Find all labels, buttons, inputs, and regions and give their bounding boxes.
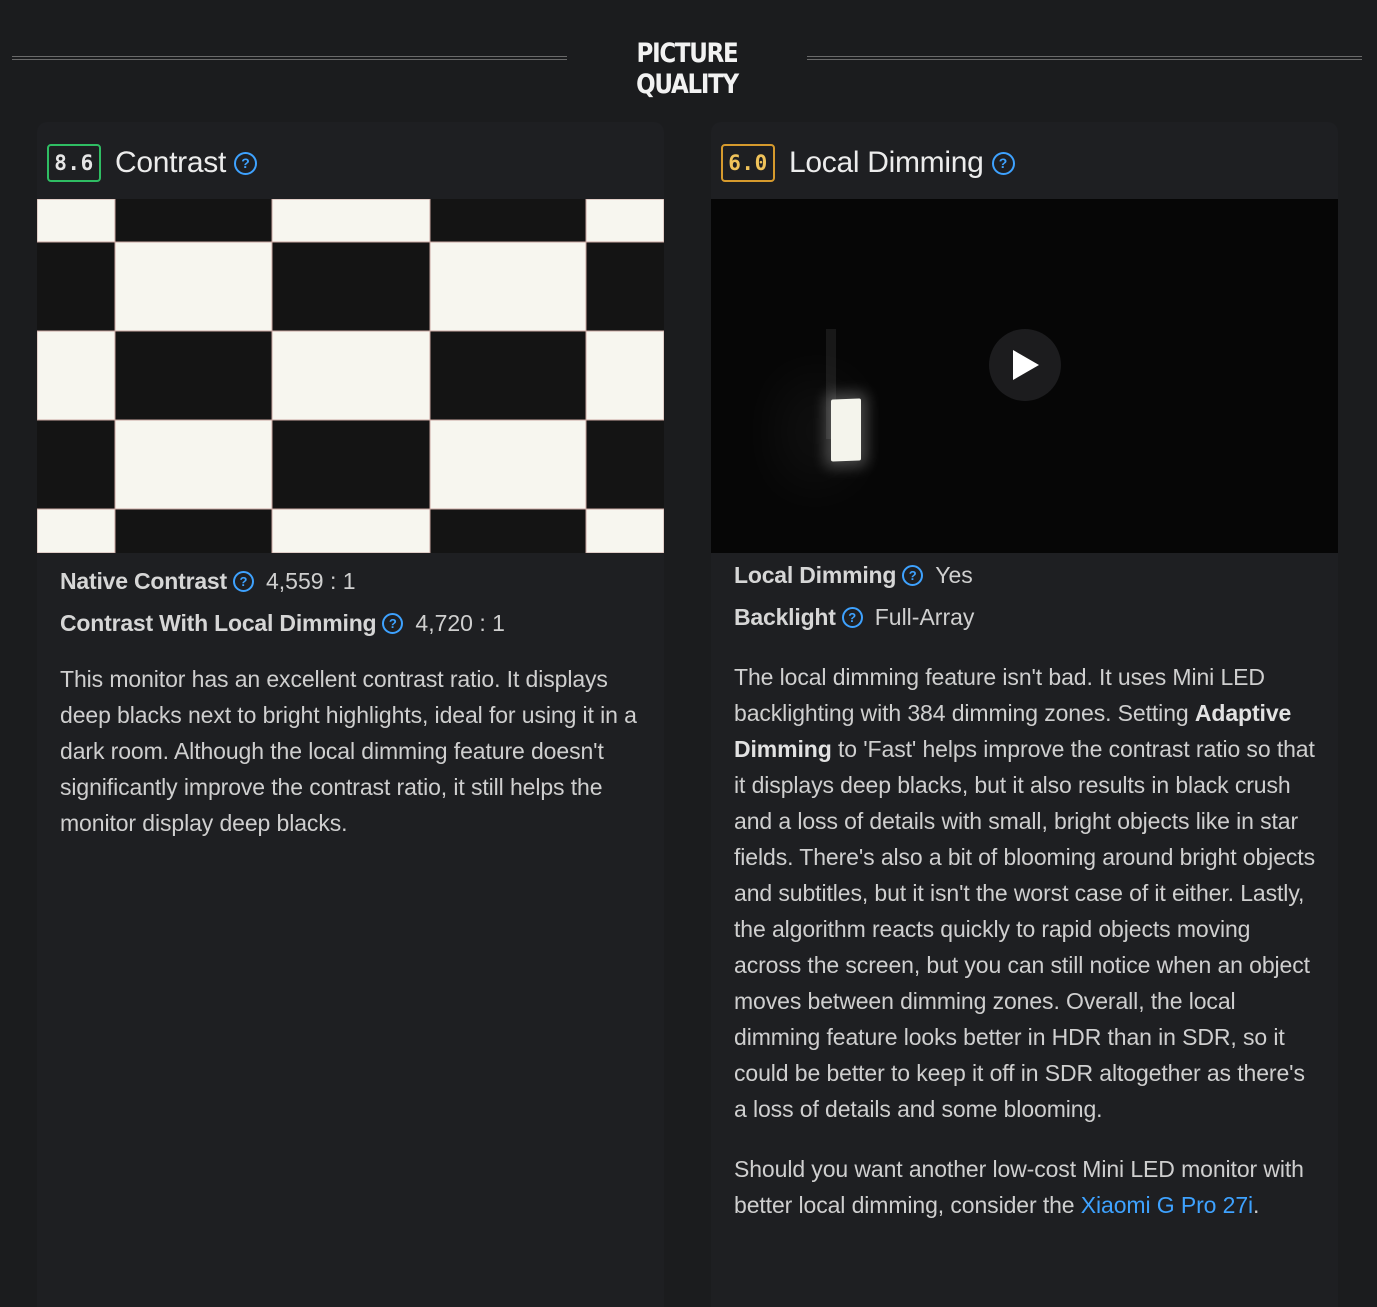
contrast-description: This monitor has an excellent contrast r… xyxy=(60,661,646,865)
play-icon[interactable] xyxy=(989,329,1061,401)
spec-label[interactable]: Local Dimming xyxy=(734,562,896,589)
spec-value: Yes xyxy=(935,561,973,588)
play-triangle xyxy=(1013,350,1039,380)
local-dimming-score-badge: 6.0 xyxy=(721,144,775,182)
spec-value: Full-Array xyxy=(874,603,975,630)
video-frame-bright-object xyxy=(831,398,861,462)
contrast-header: 8.6 Contrast ? xyxy=(47,142,257,184)
spec-label[interactable]: Native Contrast xyxy=(60,568,227,595)
xiaomi-g-pro-27i-link[interactable]: Xiaomi G Pro 27i xyxy=(1081,1192,1253,1218)
header-rule-left xyxy=(12,56,567,60)
question-circle-icon[interactable]: ? xyxy=(902,564,924,586)
description-part1: The local dimming feature isn't bad. It … xyxy=(734,664,1265,726)
recommendation-text: Should you want another low-cost Mini LE… xyxy=(734,1151,1320,1223)
local-dimming-video[interactable] xyxy=(711,199,1338,553)
checkerboard-image xyxy=(37,199,664,553)
description-part2: to 'Fast' helps improve the contrast rat… xyxy=(734,736,1315,1122)
local-dimming-title[interactable]: Local Dimming xyxy=(789,146,984,180)
question-circle-icon[interactable]: ? xyxy=(233,570,254,592)
spec-label[interactable]: Contrast With Local Dimming xyxy=(60,610,377,637)
contrast-card: 8.6 Contrast ? Native Contrast ? 4,559:… xyxy=(37,122,664,1307)
question-circle-icon[interactable]: ? xyxy=(233,151,257,175)
section-title: PICTURE QUALITY xyxy=(636,38,739,100)
spec-row-local-dimming: Local Dimming ? Yes xyxy=(734,554,1328,596)
local-dimming-description: The local dimming feature isn't bad. It … xyxy=(734,659,1320,1247)
question-circle-icon[interactable]: ? xyxy=(841,606,863,628)
spec-value: 4,559 : 1 xyxy=(266,567,356,594)
contrast-score-badge: 8.6 xyxy=(47,144,101,182)
spec-row-contrast-local-dimming: Contrast With Local Dimming ? 4,720 : 1 xyxy=(60,602,654,644)
contrast-title[interactable]: Contrast xyxy=(115,146,226,180)
spec-label[interactable]: Backlight xyxy=(734,604,836,631)
local-dimming-header: 6.0 Local Dimming ? xyxy=(721,142,1015,184)
contrast-checkerboard-image[interactable] xyxy=(37,199,664,553)
section-header: PICTURE QUALITY xyxy=(0,30,1377,100)
local-dimming-card: 6.0 Local Dimming ? Local Dimming ? Yes … xyxy=(711,122,1338,1307)
local-dimming-description-text: The local dimming feature isn't bad. It … xyxy=(734,659,1320,1127)
header-rule-right xyxy=(807,56,1362,60)
spec-value: 4,720 : 1 xyxy=(415,609,505,636)
spec-row-backlight: Backlight ? Full-Array xyxy=(734,596,1328,638)
contrast-description-text: This monitor has an excellent contrast r… xyxy=(60,666,637,836)
contrast-specs: Native Contrast ? 4,559 : 1 Contrast Wit… xyxy=(60,560,654,644)
question-circle-icon[interactable]: ? xyxy=(991,151,1015,175)
question-circle-icon[interactable]: ? xyxy=(382,612,404,634)
recommendation-end: . xyxy=(1253,1192,1260,1218)
spec-row-native-contrast: Native Contrast ? 4,559 : 1 xyxy=(60,560,654,602)
local-dimming-specs: Local Dimming ? Yes Backlight ? Full-Arr… xyxy=(734,554,1328,638)
